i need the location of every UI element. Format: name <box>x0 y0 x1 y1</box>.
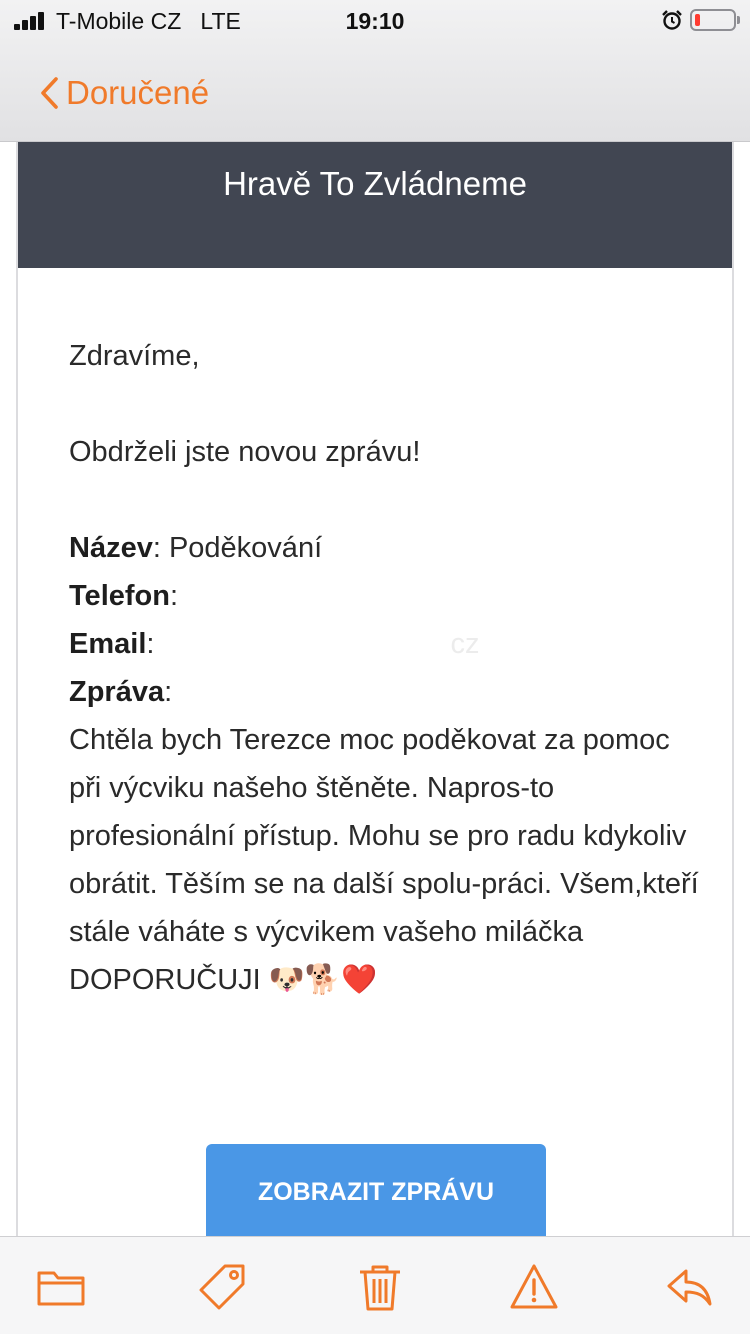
folder-icon <box>37 1271 85 1306</box>
field-phone: Telefon: <box>69 580 179 612</box>
bottom-toolbar <box>0 1236 750 1334</box>
tag-button[interactable] <box>197 1261 249 1313</box>
battery-low-icon <box>690 9 740 31</box>
message-label: Zpráva <box>69 676 165 708</box>
chevron-left-icon <box>41 77 58 109</box>
back-button[interactable]: Doručené <box>38 70 209 116</box>
field-message: Zpráva: <box>69 676 173 708</box>
view-message-button[interactable]: ZOBRAZIT ZPRÁVU <box>206 1144 546 1240</box>
tag-icon <box>199 1264 245 1310</box>
message-body: Chtěla bych Terezce moc poděkovat za pom… <box>69 724 699 996</box>
email-value[interactable]: cz <box>450 628 479 660</box>
intro-text: Obdrželi jste novou zprávu! <box>69 436 421 468</box>
greeting: Zdravíme, <box>69 340 200 372</box>
alarm-clock-icon <box>662 10 682 30</box>
status-bar: T-Mobile CZ LTE 19:10 <box>0 0 750 40</box>
email-content: Zdravíme, Obdrželi jste novou zprávu! Ná… <box>69 332 699 1004</box>
trash-button[interactable] <box>354 1261 406 1313</box>
warning-icon <box>510 1264 558 1309</box>
reply-icon <box>667 1269 712 1306</box>
trash-icon <box>360 1265 400 1311</box>
junk-button[interactable] <box>508 1261 560 1313</box>
back-label: Doručené <box>66 74 210 111</box>
field-name: Název: Poděkování <box>69 532 323 564</box>
name-label: Název <box>69 532 153 564</box>
phone-label: Telefon <box>69 580 170 612</box>
email-card: Hravě To Zvládneme Zdravíme, Obdrželi js… <box>16 142 734 1242</box>
email-header: Hravě To Zvládneme <box>18 142 732 268</box>
field-email: Email: cz <box>69 628 480 660</box>
reply-button[interactable] <box>664 1261 716 1313</box>
email-label: Email <box>69 628 147 660</box>
name-value: Poděkování <box>168 532 323 564</box>
folder-button[interactable] <box>35 1261 87 1313</box>
top-bar: T-Mobile CZ LTE 19:10 Doručené <box>0 0 750 142</box>
status-time: 19:10 <box>345 8 405 34</box>
